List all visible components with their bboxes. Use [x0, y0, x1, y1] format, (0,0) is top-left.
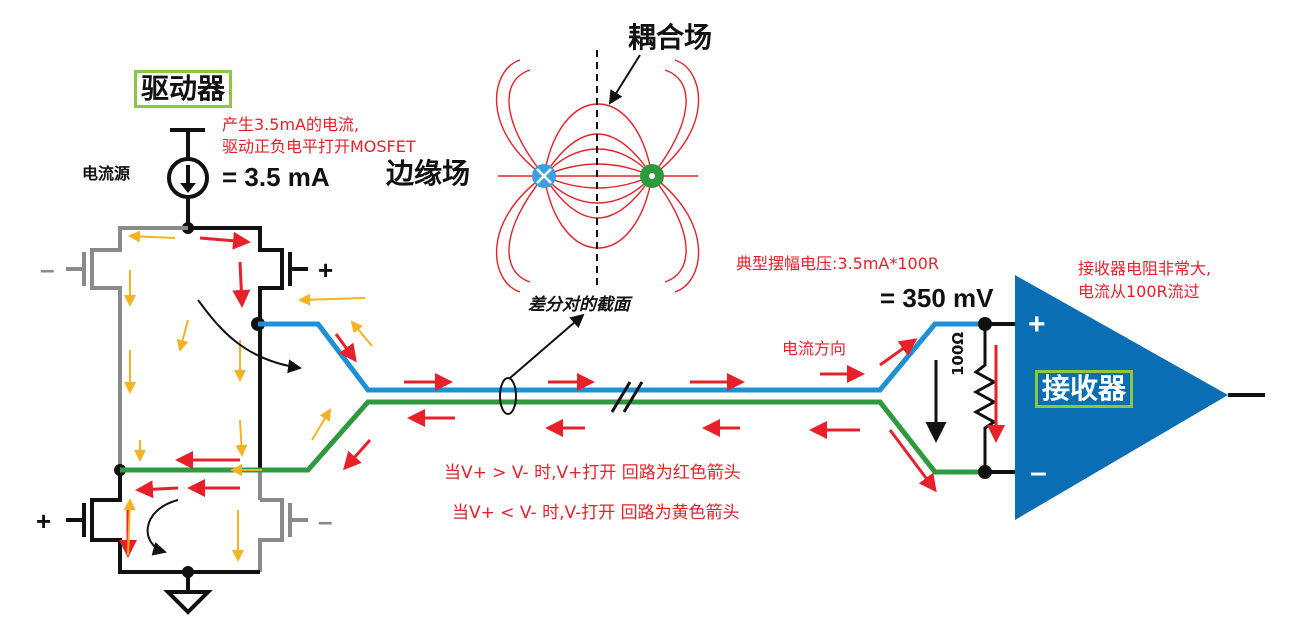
current-direction-label: 电流方向 — [782, 339, 847, 358]
termination-resistor — [972, 324, 998, 472]
conductor-dot — [640, 164, 664, 188]
swing-value: = 350 mV — [880, 283, 994, 313]
receiver-minus: – — [1030, 456, 1047, 489]
rule-red: 当V+ > V- 时,V+打开 回路为红色箭头 — [444, 463, 741, 483]
typical-swing-note: 典型摆幅电压:3.5mA*100R — [736, 254, 940, 273]
blue-line — [258, 321, 985, 393]
resistor-label: 100Ω — [949, 331, 967, 376]
gate-signs: – + + – — [36, 254, 333, 536]
driver-note-2: 驱动正负电平打开MOSFET — [222, 137, 416, 156]
rule-yellow: 当V+ < V- 时,V-打开 回路为黄色箭头 — [452, 503, 740, 523]
green-line — [120, 399, 985, 475]
receiver-label: 接收器 — [1035, 370, 1134, 409]
driver-note-1: 产生3.5mA的电流, — [222, 115, 360, 134]
receiver-plus: + — [1028, 308, 1046, 341]
coupling-field-label: 耦合场 — [628, 21, 713, 54]
yellow-arrows — [123, 230, 373, 562]
coupling-pointer — [608, 54, 641, 105]
svg-text:–: – — [318, 506, 332, 536]
h-bridge — [66, 226, 308, 615]
svg-text:+: + — [318, 255, 333, 285]
curved-arrow-bottom — [146, 499, 179, 556]
current-source-label: 电流源 — [82, 164, 131, 183]
svg-text:–: – — [40, 254, 54, 284]
pointer-arrow — [509, 313, 585, 379]
driver-label: 驱动器 — [134, 70, 233, 109]
receiver-note-2: 电流从100R流过 — [1078, 282, 1200, 301]
svg-text:+: + — [36, 506, 51, 536]
receiver-note-1: 接收器电阻非常大, — [1078, 259, 1212, 278]
conductor-x — [532, 164, 556, 188]
curved-arrow-top — [197, 299, 302, 374]
pair-ellipse — [499, 377, 517, 415]
current-source — [167, 128, 209, 234]
current-value: = 3.5 mA — [222, 162, 330, 192]
fringe-field-label: 边缘场 — [386, 157, 471, 190]
cross-section-label: 差分对的截面 — [528, 295, 630, 315]
